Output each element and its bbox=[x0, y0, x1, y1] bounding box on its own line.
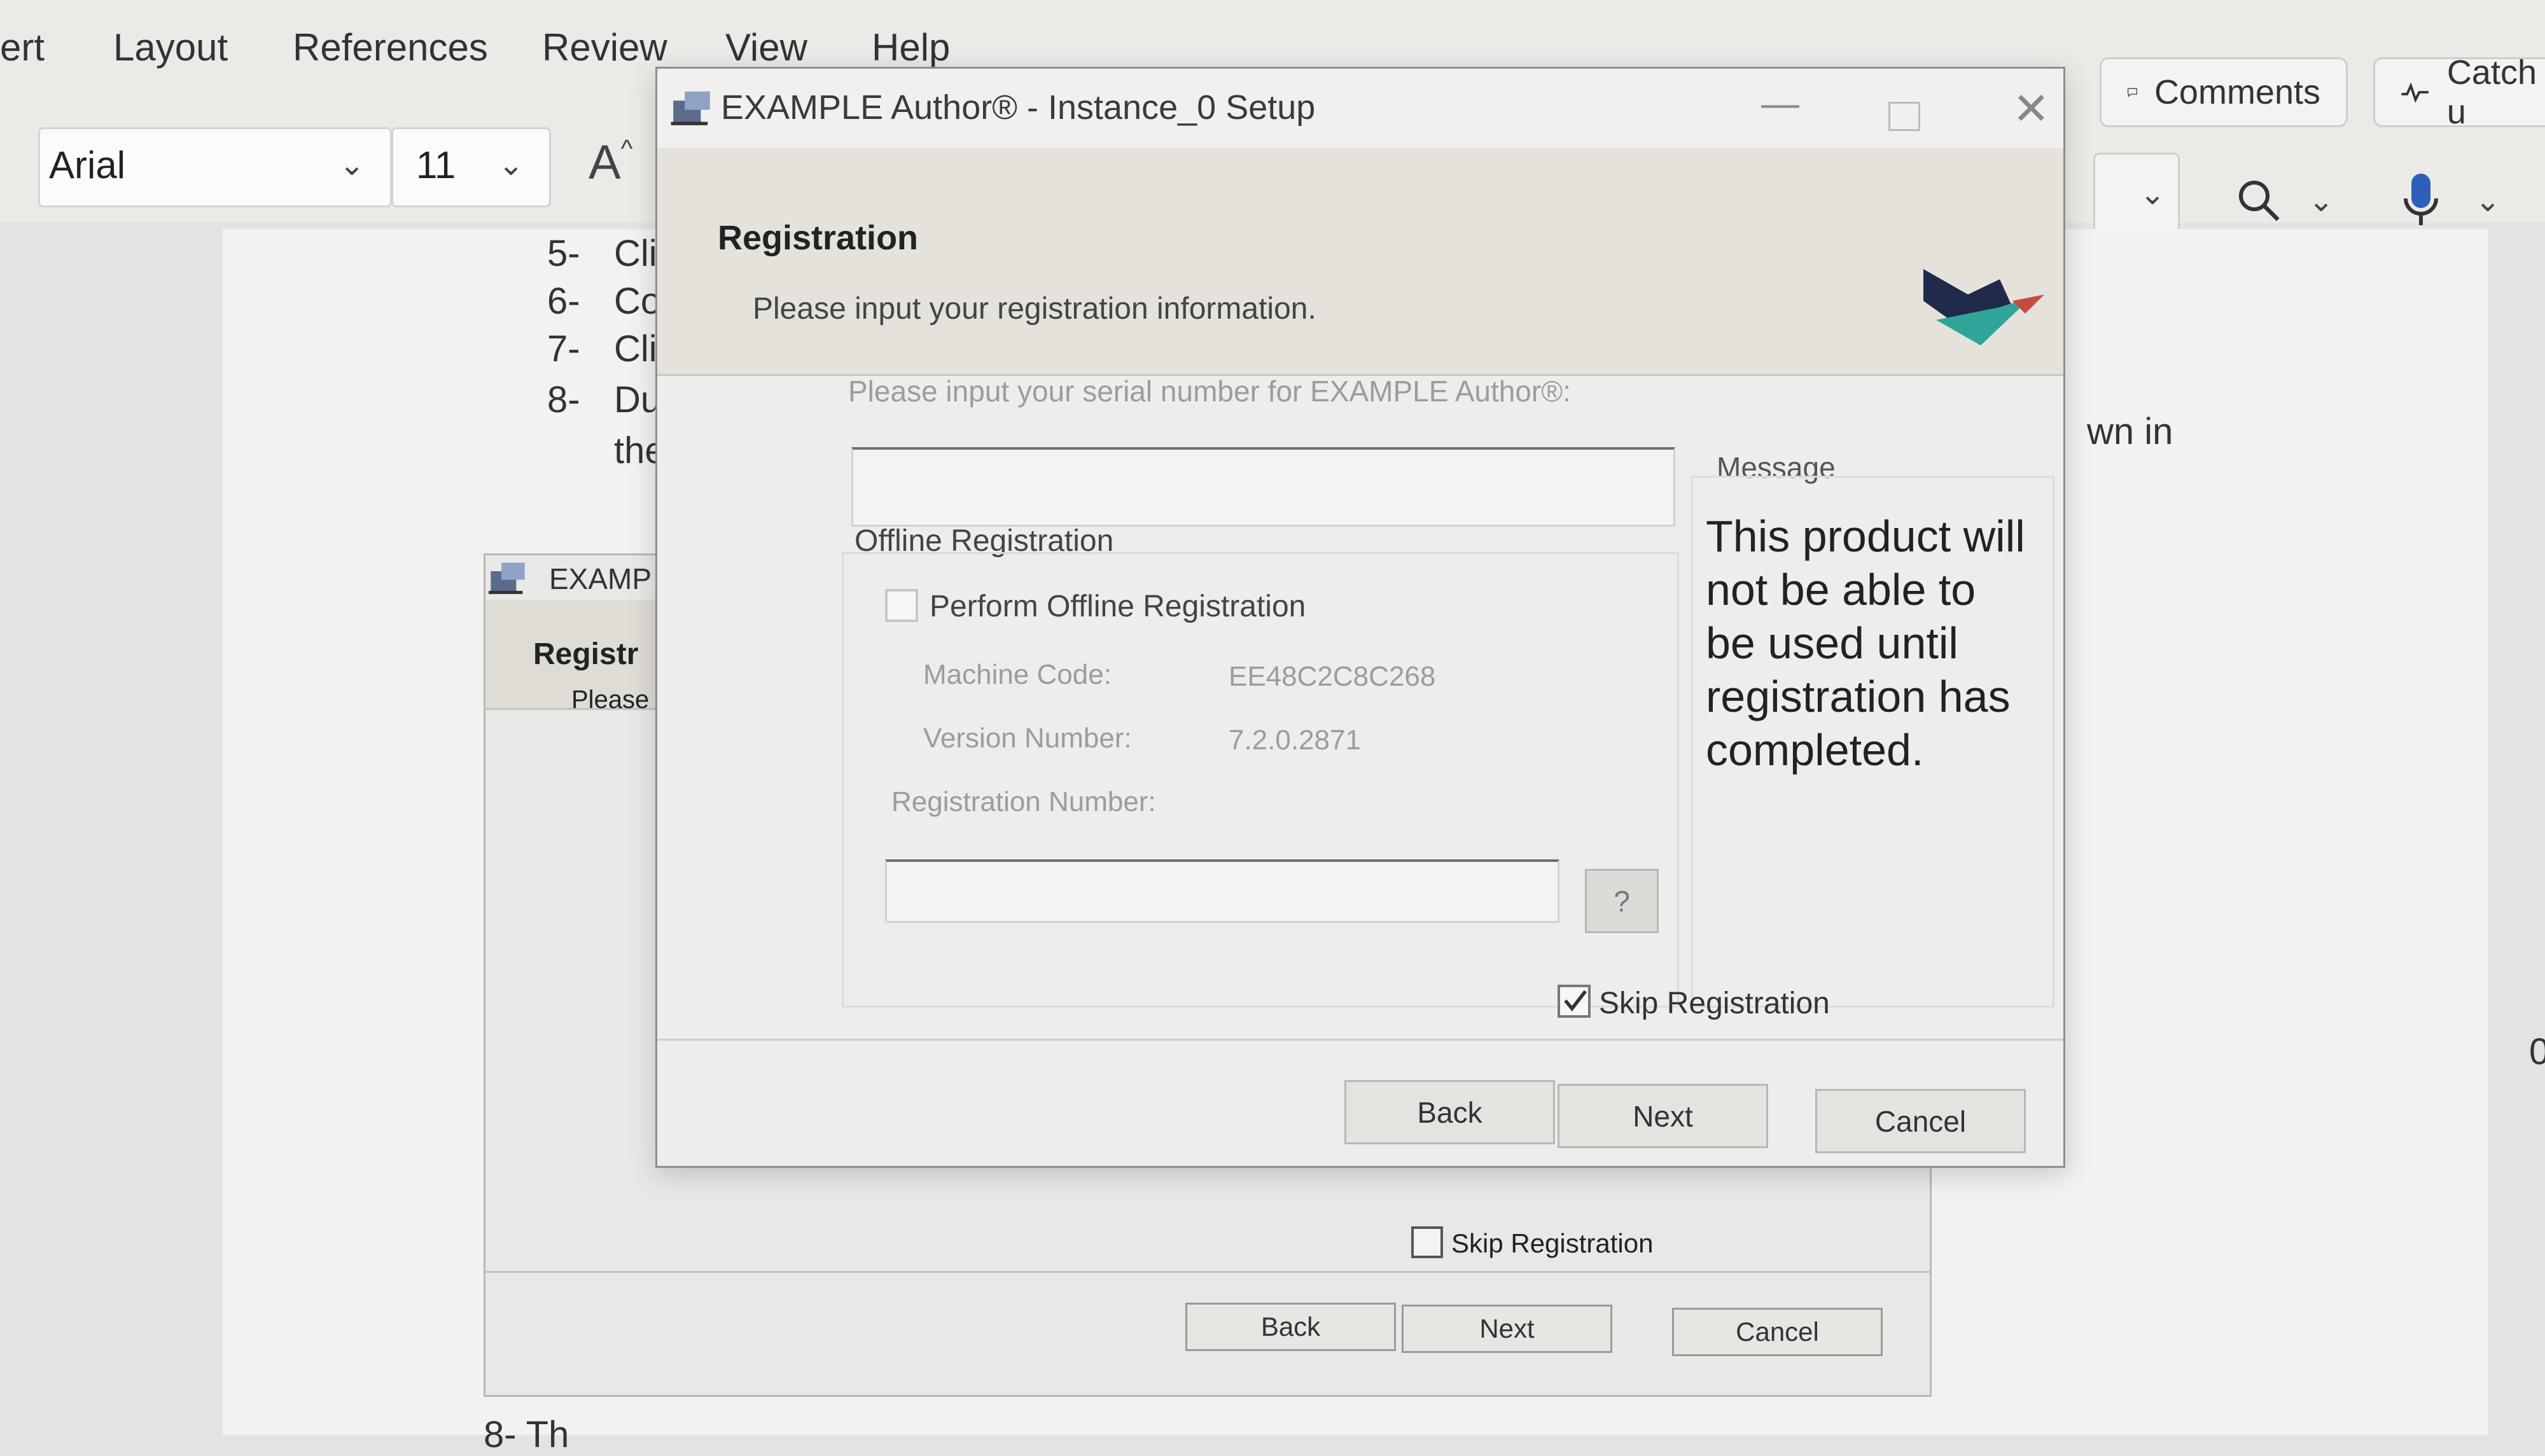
menu-layout[interactable]: Layout bbox=[113, 25, 228, 69]
logo-icon bbox=[1923, 269, 2044, 345]
skip-registration-label: Skip Registration bbox=[1599, 987, 1830, 1020]
skip-registration-checkbox[interactable] bbox=[1558, 985, 1591, 1018]
registration-number-label: Registration Number: bbox=[891, 786, 1156, 817]
serial-number-input[interactable] bbox=[851, 447, 1675, 527]
close-icon[interactable]: ✕ bbox=[2012, 83, 2050, 135]
step-number: 7- bbox=[547, 328, 580, 370]
step-number: 8- bbox=[547, 379, 580, 420]
grow-font-button[interactable]: A^ bbox=[589, 135, 632, 190]
menu-insert[interactable]: ert bbox=[0, 25, 45, 69]
comments-label: Comments bbox=[2154, 73, 2320, 111]
embedded-title: EXAMP bbox=[549, 562, 652, 595]
installer-icon bbox=[489, 562, 525, 594]
machine-code-value: EE48C2C8C268 bbox=[1229, 661, 1436, 692]
mic-icon[interactable] bbox=[2402, 172, 2440, 229]
menu-view[interactable]: View bbox=[725, 25, 807, 69]
embedded-subtitle: Please bbox=[571, 686, 650, 714]
dialog-title: EXAMPLE Author® - Instance_0 Setup bbox=[721, 88, 1316, 127]
setup-dialog: EXAMPLE Author® - Instance_0 Setup — ✕ R… bbox=[655, 67, 2065, 1168]
embedded-divider bbox=[485, 1271, 1930, 1273]
dialog-titlebar[interactable]: EXAMPLE Author® - Instance_0 Setup — ✕ bbox=[657, 69, 2063, 148]
font-size-select[interactable]: 11 ⌄ bbox=[391, 127, 551, 207]
embedded-next-button: Next bbox=[1402, 1305, 1612, 1353]
dialog-subtitle: Please input your registration informati… bbox=[753, 292, 1316, 326]
comments-button[interactable]: Comments bbox=[2100, 57, 2348, 127]
offline-checkbox-label: Perform Offline Registration bbox=[930, 590, 1306, 623]
registration-help-button[interactable]: ? bbox=[1585, 869, 1659, 933]
embedded-cancel-button: Cancel bbox=[1672, 1308, 1883, 1356]
chevron-down-icon[interactable]: ⌄ bbox=[2475, 183, 2500, 219]
step-text: Co bbox=[614, 281, 662, 322]
embedded-back-button: Back bbox=[1185, 1303, 1396, 1351]
step-text: Du bbox=[614, 379, 662, 420]
minimize-icon[interactable]: — bbox=[1761, 81, 1799, 125]
installer-icon bbox=[671, 91, 710, 125]
footer-divider bbox=[657, 1039, 2063, 1041]
menu-review[interactable]: Review bbox=[542, 25, 667, 69]
font-name-select[interactable]: Arial ⌄ bbox=[38, 127, 392, 207]
chevron-down-icon: ⌄ bbox=[2140, 177, 2166, 211]
cancel-button[interactable]: Cancel bbox=[1815, 1089, 2026, 1153]
maximize-icon[interactable] bbox=[1888, 102, 1920, 131]
embedded-heading: Registr bbox=[533, 637, 639, 671]
offline-registration-checkbox[interactable] bbox=[885, 589, 918, 622]
chevron-down-icon: ⌄ bbox=[339, 148, 365, 182]
machine-code-label: Machine Code: bbox=[923, 659, 1112, 690]
chevron-down-icon[interactable]: ⌄ bbox=[2308, 183, 2334, 219]
font-name-value: Arial bbox=[49, 144, 126, 186]
pulse-icon bbox=[2401, 82, 2429, 103]
catchup-label: Catch u bbox=[2446, 53, 2537, 131]
doc-text-fragment: wn in bbox=[2087, 411, 2173, 452]
catchup-button[interactable]: Catch u bbox=[2373, 53, 2545, 131]
step-number: 5- bbox=[547, 233, 580, 274]
serial-prompt: Please input your serial number for EXAM… bbox=[848, 375, 1571, 408]
doc-edge-fragment: 0 bbox=[2529, 1031, 2545, 1072]
search-icon[interactable] bbox=[2236, 178, 2281, 223]
next-button[interactable]: Next bbox=[1558, 1084, 1768, 1148]
back-button[interactable]: Back bbox=[1344, 1080, 1555, 1144]
message-text: This product will not be able to be used… bbox=[1706, 511, 2025, 775]
font-size-value: 11 bbox=[416, 144, 456, 186]
dialog-header: Registration Please input your registrat… bbox=[657, 148, 2063, 376]
step-text: Cli bbox=[614, 233, 657, 274]
offline-registration-group: Perform Offline Registration Machine Cod… bbox=[842, 552, 1679, 1008]
version-number-label: Version Number: bbox=[923, 723, 1132, 754]
embedded-skip-label: Skip Registration bbox=[1451, 1228, 1654, 1258]
embedded-skip-checkbox bbox=[1411, 1226, 1443, 1258]
registration-number-input[interactable] bbox=[885, 859, 1559, 923]
menu-references[interactable]: References bbox=[293, 25, 488, 69]
menu-help[interactable]: Help bbox=[872, 25, 950, 69]
dialog-heading: Registration bbox=[718, 219, 919, 257]
step-number: 6- bbox=[547, 281, 580, 322]
checkmark-icon bbox=[1564, 990, 1587, 1011]
step-text: Cli bbox=[614, 328, 657, 370]
chevron-down-icon: ⌄ bbox=[498, 148, 524, 182]
message-group: This product will not be able to be used… bbox=[1691, 476, 2054, 1008]
comment-icon bbox=[2127, 88, 2137, 97]
version-number-value: 7.2.0.2871 bbox=[1229, 725, 1361, 756]
